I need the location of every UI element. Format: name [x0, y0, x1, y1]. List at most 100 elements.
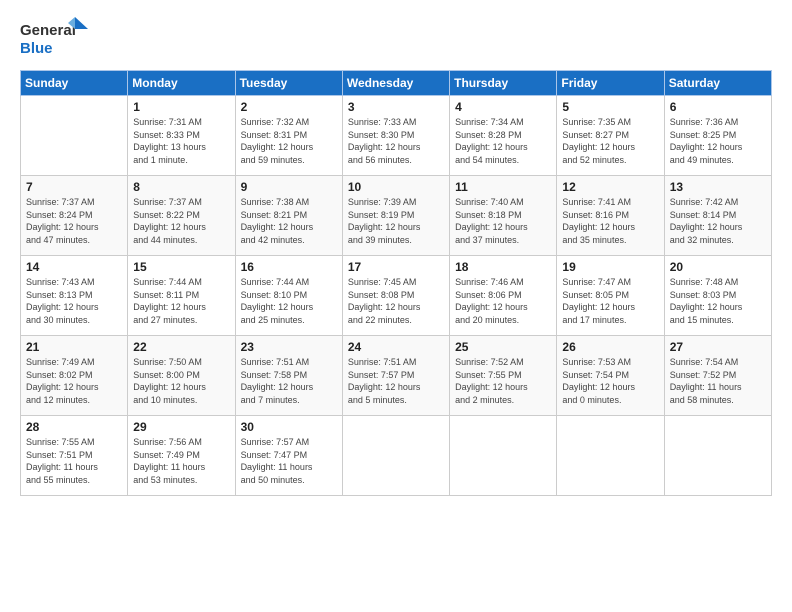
day-number: 10: [348, 180, 444, 194]
day-cell: 30 Sunrise: 7:57 AM Sunset: 7:47 PM Dayli…: [235, 416, 342, 496]
day-number: 8: [133, 180, 229, 194]
day-number: 17: [348, 260, 444, 274]
day-cell: 20 Sunrise: 7:48 AM Sunset: 8:03 PM Dayli…: [664, 256, 771, 336]
day-cell: 10 Sunrise: 7:39 AM Sunset: 8:19 PM Dayli…: [342, 176, 449, 256]
day-cell: [557, 416, 664, 496]
day-info: Sunrise: 7:42 AM Sunset: 8:14 PM Dayligh…: [670, 196, 766, 246]
day-cell: 25 Sunrise: 7:52 AM Sunset: 7:55 PM Dayli…: [450, 336, 557, 416]
day-cell: 2Sunrise: 7:32 AM Sunset: 8:31 PM Daylig…: [235, 96, 342, 176]
day-number: 27: [670, 340, 766, 354]
day-cell: 29 Sunrise: 7:56 AM Sunset: 7:49 PM Dayli…: [128, 416, 235, 496]
header-day-monday: Monday: [128, 71, 235, 96]
day-info: Sunrise: 7:56 AM Sunset: 7:49 PM Dayligh…: [133, 436, 229, 486]
header-day-friday: Friday: [557, 71, 664, 96]
header-day-thursday: Thursday: [450, 71, 557, 96]
day-cell: [342, 416, 449, 496]
day-number: 26: [562, 340, 658, 354]
day-cell: 23 Sunrise: 7:51 AM Sunset: 7:58 PM Dayli…: [235, 336, 342, 416]
day-cell: 18Sunrise: 7:46 AM Sunset: 8:06 PM Dayli…: [450, 256, 557, 336]
week-row-0: 1 Sunrise: 7:31 AM Sunset: 8:33 PM Daylig…: [21, 96, 772, 176]
day-cell: 13 Sunrise: 7:42 AM Sunset: 8:14 PM Dayli…: [664, 176, 771, 256]
day-cell: 1 Sunrise: 7:31 AM Sunset: 8:33 PM Daylig…: [128, 96, 235, 176]
day-info: Sunrise: 7:33 AM Sunset: 8:30 PM Dayligh…: [348, 116, 444, 166]
day-cell: 4Sunrise: 7:34 AM Sunset: 8:28 PM Daylig…: [450, 96, 557, 176]
day-info: Sunrise: 7:36 AM Sunset: 8:25 PM Dayligh…: [670, 116, 766, 166]
day-cell: [664, 416, 771, 496]
day-cell: 11Sunrise: 7:40 AM Sunset: 8:18 PM Dayli…: [450, 176, 557, 256]
day-number: 23: [241, 340, 337, 354]
logo: GeneralBlue: [20, 15, 90, 60]
day-number: 2: [241, 100, 337, 114]
day-info: Sunrise: 7:52 AM Sunset: 7:55 PM Dayligh…: [455, 356, 551, 406]
header-day-saturday: Saturday: [664, 71, 771, 96]
day-cell: 16 Sunrise: 7:44 AM Sunset: 8:10 PM Dayli…: [235, 256, 342, 336]
day-info: Sunrise: 7:51 AM Sunset: 7:58 PM Dayligh…: [241, 356, 337, 406]
day-cell: 7Sunrise: 7:37 AM Sunset: 8:24 PM Daylig…: [21, 176, 128, 256]
day-info: Sunrise: 7:57 AM Sunset: 7:47 PM Dayligh…: [241, 436, 337, 486]
svg-text:Blue: Blue: [20, 40, 53, 57]
day-number: 22: [133, 340, 229, 354]
day-info: Sunrise: 7:53 AM Sunset: 7:54 PM Dayligh…: [562, 356, 658, 406]
header-day-wednesday: Wednesday: [342, 71, 449, 96]
day-number: 18: [455, 260, 551, 274]
day-cell: 14 Sunrise: 7:43 AM Sunset: 8:13 PM Dayli…: [21, 256, 128, 336]
day-info: Sunrise: 7:44 AM Sunset: 8:10 PM Dayligh…: [241, 276, 337, 326]
header: GeneralBlue: [20, 15, 772, 60]
day-info: Sunrise: 7:34 AM Sunset: 8:28 PM Dayligh…: [455, 116, 551, 166]
day-number: 14: [26, 260, 122, 274]
day-cell: 19 Sunrise: 7:47 AM Sunset: 8:05 PM Dayli…: [557, 256, 664, 336]
day-number: 19: [562, 260, 658, 274]
day-cell: 24 Sunrise: 7:51 AM Sunset: 7:57 PM Dayli…: [342, 336, 449, 416]
day-info: Sunrise: 7:48 AM Sunset: 8:03 PM Dayligh…: [670, 276, 766, 326]
day-number: 29: [133, 420, 229, 434]
day-info: Sunrise: 7:47 AM Sunset: 8:05 PM Dayligh…: [562, 276, 658, 326]
svg-text:General: General: [20, 22, 76, 39]
logo-svg: GeneralBlue: [20, 15, 90, 60]
day-info: Sunrise: 7:55 AM Sunset: 7:51 PM Dayligh…: [26, 436, 122, 486]
day-cell: 5 Sunrise: 7:35 AM Sunset: 8:27 PM Daylig…: [557, 96, 664, 176]
day-cell: 9Sunrise: 7:38 AM Sunset: 8:21 PM Daylig…: [235, 176, 342, 256]
day-info: Sunrise: 7:54 AM Sunset: 7:52 PM Dayligh…: [670, 356, 766, 406]
day-number: 25: [455, 340, 551, 354]
week-row-3: 21 Sunrise: 7:49 AM Sunset: 8:02 PM Dayli…: [21, 336, 772, 416]
header-row: SundayMondayTuesdayWednesdayThursdayFrid…: [21, 71, 772, 96]
day-info: Sunrise: 7:45 AM Sunset: 8:08 PM Dayligh…: [348, 276, 444, 326]
day-number: 30: [241, 420, 337, 434]
day-cell: 15Sunrise: 7:44 AM Sunset: 8:11 PM Dayli…: [128, 256, 235, 336]
day-cell: [21, 96, 128, 176]
header-day-sunday: Sunday: [21, 71, 128, 96]
day-cell: 12 Sunrise: 7:41 AM Sunset: 8:16 PM Dayli…: [557, 176, 664, 256]
day-cell: 28Sunrise: 7:55 AM Sunset: 7:51 PM Dayli…: [21, 416, 128, 496]
day-info: Sunrise: 7:43 AM Sunset: 8:13 PM Dayligh…: [26, 276, 122, 326]
day-number: 1: [133, 100, 229, 114]
day-number: 3: [348, 100, 444, 114]
day-number: 16: [241, 260, 337, 274]
day-number: 21: [26, 340, 122, 354]
day-number: 5: [562, 100, 658, 114]
header-day-tuesday: Tuesday: [235, 71, 342, 96]
day-info: Sunrise: 7:35 AM Sunset: 8:27 PM Dayligh…: [562, 116, 658, 166]
week-row-1: 7Sunrise: 7:37 AM Sunset: 8:24 PM Daylig…: [21, 176, 772, 256]
day-info: Sunrise: 7:44 AM Sunset: 8:11 PM Dayligh…: [133, 276, 229, 326]
calendar-table: SundayMondayTuesdayWednesdayThursdayFrid…: [20, 70, 772, 496]
day-info: Sunrise: 7:37 AM Sunset: 8:24 PM Dayligh…: [26, 196, 122, 246]
day-number: 24: [348, 340, 444, 354]
day-cell: 17 Sunrise: 7:45 AM Sunset: 8:08 PM Dayli…: [342, 256, 449, 336]
day-cell: 27 Sunrise: 7:54 AM Sunset: 7:52 PM Dayli…: [664, 336, 771, 416]
day-number: 12: [562, 180, 658, 194]
day-number: 9: [241, 180, 337, 194]
day-cell: 8Sunrise: 7:37 AM Sunset: 8:22 PM Daylig…: [128, 176, 235, 256]
day-number: 6: [670, 100, 766, 114]
week-row-4: 28Sunrise: 7:55 AM Sunset: 7:51 PM Dayli…: [21, 416, 772, 496]
day-info: Sunrise: 7:39 AM Sunset: 8:19 PM Dayligh…: [348, 196, 444, 246]
day-info: Sunrise: 7:49 AM Sunset: 8:02 PM Dayligh…: [26, 356, 122, 406]
day-cell: 6 Sunrise: 7:36 AM Sunset: 8:25 PM Daylig…: [664, 96, 771, 176]
day-cell: [450, 416, 557, 496]
day-info: Sunrise: 7:51 AM Sunset: 7:57 PM Dayligh…: [348, 356, 444, 406]
day-number: 13: [670, 180, 766, 194]
day-info: Sunrise: 7:31 AM Sunset: 8:33 PM Dayligh…: [133, 116, 229, 166]
day-number: 20: [670, 260, 766, 274]
day-info: Sunrise: 7:41 AM Sunset: 8:16 PM Dayligh…: [562, 196, 658, 246]
week-row-2: 14 Sunrise: 7:43 AM Sunset: 8:13 PM Dayli…: [21, 256, 772, 336]
day-info: Sunrise: 7:50 AM Sunset: 8:00 PM Dayligh…: [133, 356, 229, 406]
